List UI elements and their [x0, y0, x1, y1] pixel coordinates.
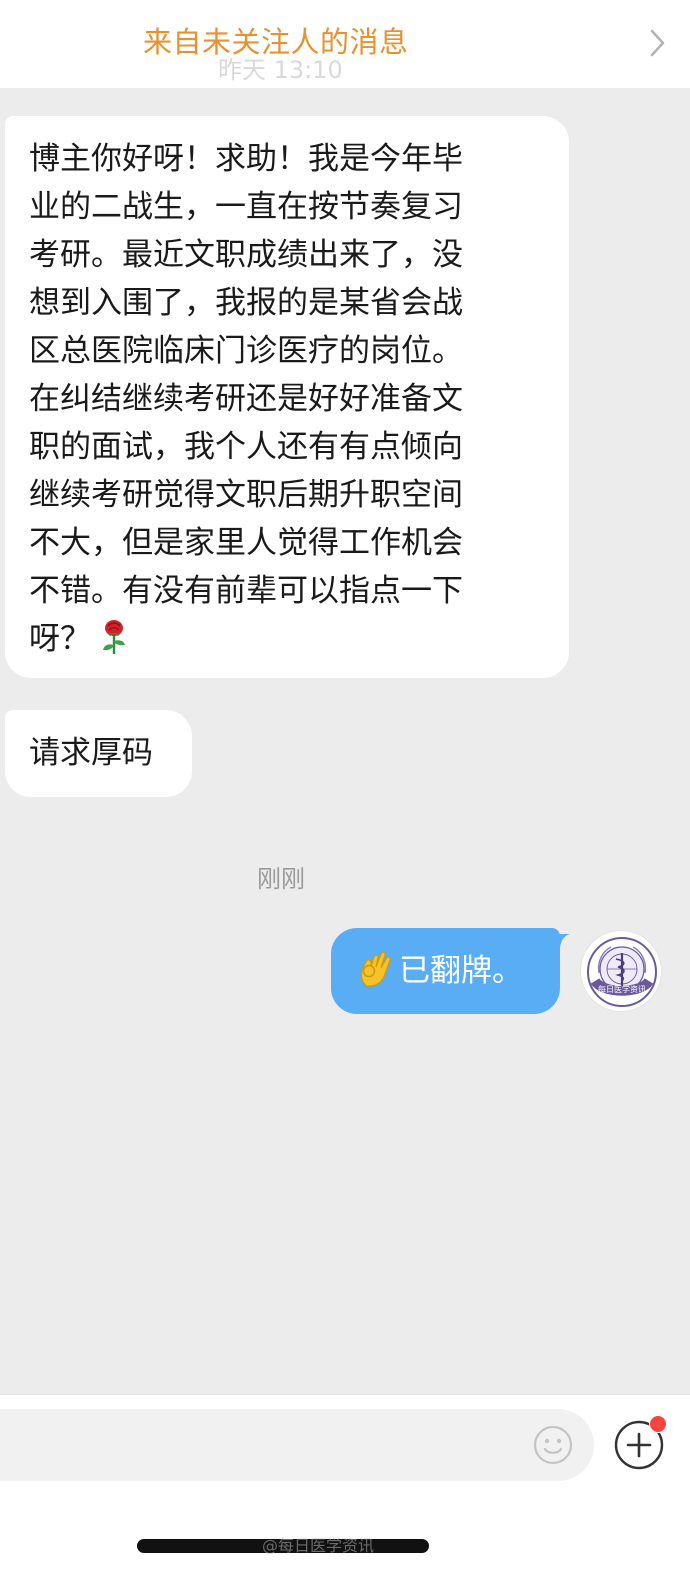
chevron-right-icon[interactable] — [644, 28, 670, 58]
message-text: 请求厚码 — [29, 735, 153, 771]
message-text: 已翻牌。 — [399, 953, 523, 989]
bubble-tail — [556, 934, 570, 948]
message-timestamp: 刚刚 — [257, 865, 305, 893]
outgoing-message-bubble[interactable]: 已翻牌。 — [331, 928, 560, 1014]
banner-title: 来自未关注人的消息 — [143, 25, 409, 59]
ok-hand-icon — [360, 951, 391, 987]
rose-icon — [103, 620, 125, 654]
message-input[interactable] — [0, 1409, 594, 1481]
message-text: 博主你好呀！求助！我是今年毕 业的二战生，一直在按节奏复习 考研。最近文职成绩出… — [29, 141, 463, 657]
smiley-face-icon[interactable] — [532, 1424, 574, 1466]
avatar[interactable]: 每日医学资讯 — [580, 930, 662, 1012]
unfollowed-messages-banner[interactable]: 昨天 13:10 来自未关注人的消息 — [0, 0, 690, 88]
medical-emblem-avatar-icon: 每日医学资讯 — [587, 937, 657, 1007]
incoming-message-bubble[interactable]: 博主你好呀！求助！我是今年毕 业的二战生，一直在按节奏复习 考研。最近文职成绩出… — [5, 116, 569, 678]
avatar-logo-text: 每日医学资讯 — [598, 984, 646, 994]
watermark: @每日医学资讯 — [262, 1536, 375, 1555]
notification-dot — [649, 1415, 667, 1433]
incoming-message-bubble[interactable]: 请求厚码 — [5, 710, 192, 797]
